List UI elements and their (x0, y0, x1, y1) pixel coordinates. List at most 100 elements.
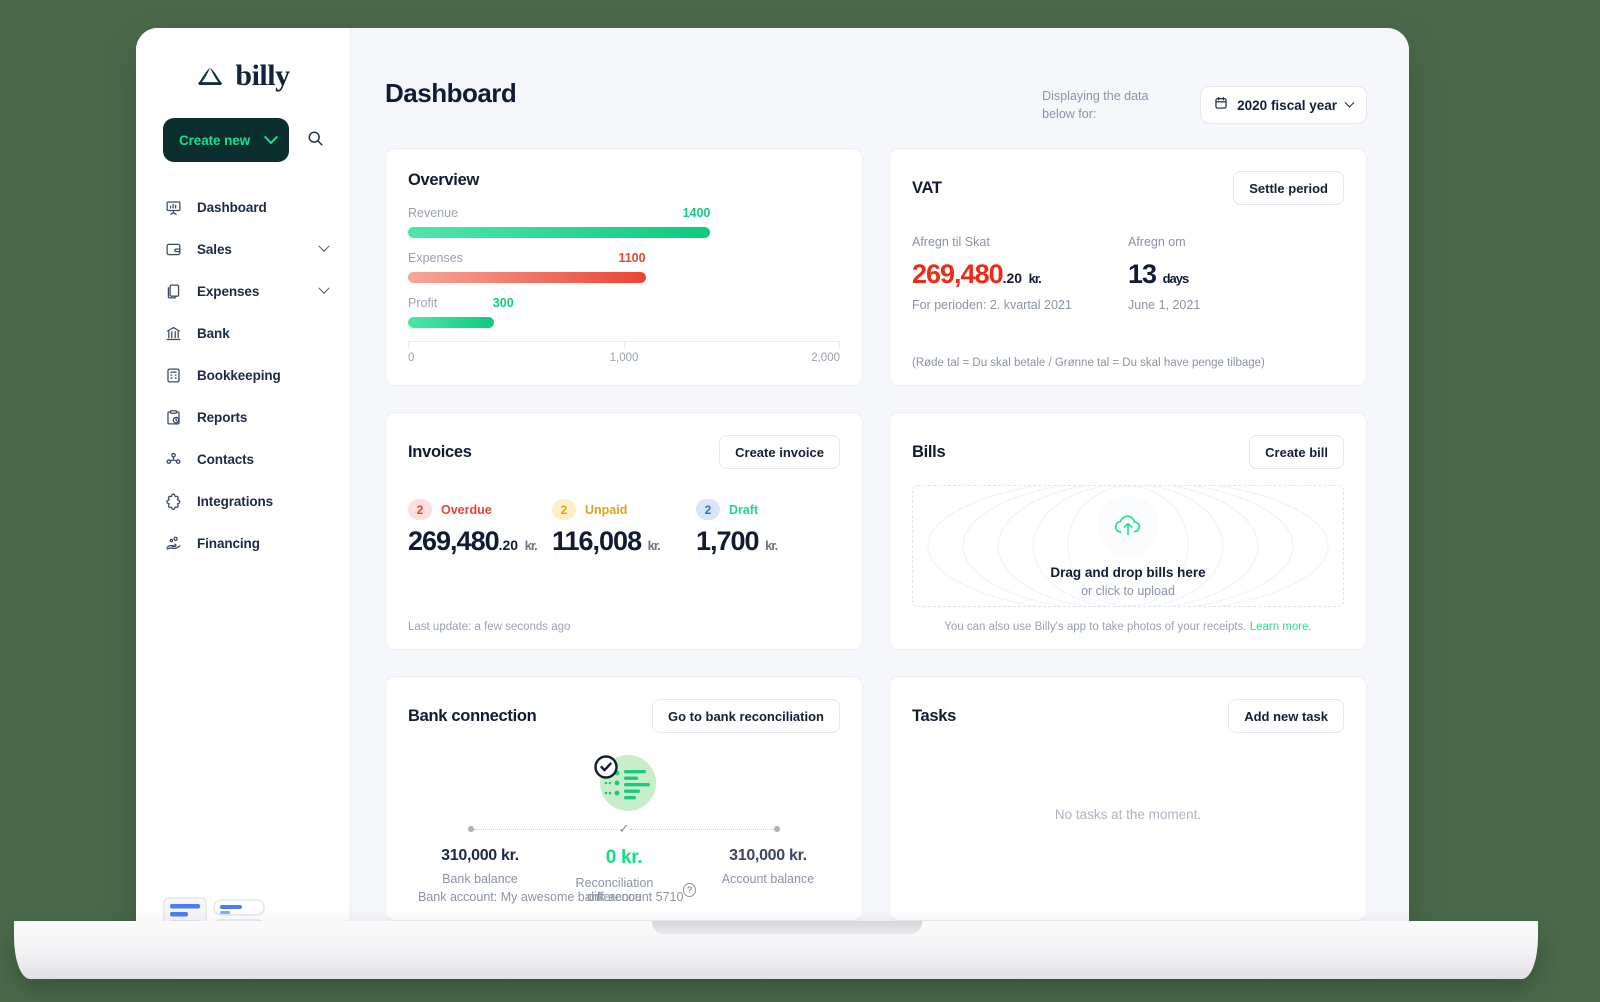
bank-sync-check-icon (408, 745, 840, 817)
bar-label: Expenses (408, 251, 463, 265)
vat-due-date: June 1, 2021 (1128, 298, 1201, 312)
sidebar-item-sales[interactable]: Sales (136, 228, 350, 270)
question-icon[interactable]: ? (682, 883, 696, 897)
axis-tick-label: 2,000 (811, 352, 840, 364)
sidebar-item-contacts[interactable]: Contacts (136, 438, 350, 480)
axis-tick-label: 1,000 (609, 352, 639, 364)
sidebar-item-dashboard[interactable]: Dashboard (136, 186, 350, 228)
chevron-down-icon (1344, 97, 1355, 108)
bills-dropzone[interactable]: Drag and drop bills here or click to upl… (912, 485, 1344, 607)
invoice-stat-overdue[interactable]: 2 Overdue 269,480.20 kr. (408, 499, 552, 557)
reconciliation-progress: ✓ (468, 821, 780, 837)
create-bill-button[interactable]: Create bill (1249, 435, 1344, 469)
bank-connection-card: Bank connection Go to bank reconciliatio… (385, 676, 863, 921)
vat-left-label: Afregn til Skat (912, 235, 990, 249)
sidebar-item-label: Integrations (197, 493, 274, 509)
invoices-title: Invoices (408, 442, 472, 461)
create-invoice-button[interactable]: Create invoice (719, 435, 840, 469)
invoice-amount: 116,008 kr. (552, 526, 696, 557)
vat-amount-decimals: .20 (1002, 270, 1023, 286)
dropzone-subtitle: or click to upload (1081, 583, 1175, 598)
account-balance-label: Account balance (721, 872, 815, 886)
account-balance-amount: 310,000 kr. (729, 847, 807, 864)
sidebar-item-bookkeeping[interactable]: Bookkeeping (136, 354, 350, 396)
calculator-icon (165, 367, 182, 384)
laptop-trackpad-notch (652, 921, 922, 934)
invoice-amount-unit: kr. (524, 538, 538, 553)
sidebar-item-reports[interactable]: Reports (136, 396, 350, 438)
vat-countdown: Afregn om 13 days June 1, 2021 (1128, 235, 1344, 312)
tasks-header: Tasks Add new task (912, 699, 1344, 733)
chevron-down-icon[interactable] (318, 240, 330, 252)
overview-header: Overview (408, 171, 840, 190)
learn-more-link[interactable]: Learn more. (1250, 621, 1312, 633)
status-badge: 2 (408, 499, 432, 520)
bank-balance-label: Bank balance (442, 872, 518, 886)
vat-days-value: 13 (1128, 259, 1157, 289)
vat-period: For perioden: 2. kvartal 2021 (912, 298, 1072, 312)
chevron-down-icon[interactable] (318, 282, 330, 294)
dashboard-row-1: Overview Revenue 1400 Expenses 1100 Prof… (385, 148, 1367, 386)
fiscal-year-select[interactable]: 2020 fiscal year (1200, 86, 1367, 124)
dashboard-row-3: Bank connection Go to bank reconciliatio… (385, 676, 1367, 921)
wallet-icon (165, 241, 182, 258)
sidebar-item-label: Bookkeeping (197, 367, 281, 383)
settle-period-button[interactable]: Settle period (1233, 171, 1344, 205)
sidebar-item-label: Contacts (197, 451, 254, 467)
invoices-last-update: Last update: a few seconds ago (408, 621, 571, 633)
sidebar-item-bank[interactable]: Bank (136, 312, 350, 354)
chart-bar-profit: Profit 300 (408, 296, 840, 328)
vat-days-unit: days (1162, 271, 1190, 286)
bills-card: Bills Create bill Drag and drop bills he… (889, 412, 1367, 650)
bank-title: Bank connection (408, 706, 537, 725)
sidebar-item-label: Bank (197, 325, 230, 341)
bills-footer-text: You can also use Billy's app to take pho… (944, 621, 1250, 633)
displaying-data-label: Displaying the data below for: (1042, 88, 1149, 121)
invoice-amount-value: 269,480 (408, 526, 500, 556)
chart-x-axis: 0 1,000 2,000 (408, 341, 840, 368)
status-badge: 2 (551, 499, 576, 520)
go-to-bank-reconciliation-button[interactable]: Go to bank reconciliation (651, 699, 840, 733)
sidebar-nav: Dashboard Sales Expenses Bank Bookkeepin… (136, 172, 350, 564)
documents-icon (165, 283, 182, 300)
bank-header: Bank connection Go to bank reconciliatio… (408, 699, 840, 733)
bar-label: Profit (408, 296, 438, 310)
search-button[interactable] (303, 126, 328, 154)
billy-mark-icon (196, 65, 226, 87)
bills-footer: You can also use Billy's app to take pho… (890, 621, 1366, 633)
bar-track (408, 272, 840, 283)
tasks-empty-state: No tasks at the moment. (1054, 807, 1202, 822)
account-balance-column: 310,000 kr. Account balance (696, 847, 840, 904)
chevron-down-icon (263, 130, 279, 145)
laptop-screen: billy Create new Dashboard Sales Expense… (136, 28, 1409, 928)
sidebar: billy Create new Dashboard Sales Expense… (136, 28, 351, 928)
sidebar-actions: Create new (136, 102, 350, 172)
axis-tick-label: 0 (408, 352, 415, 364)
sidebar-item-integrations[interactable]: Integrations (136, 480, 350, 522)
vat-header: VAT Settle period (912, 171, 1344, 205)
invoice-stat-draft[interactable]: 2 Draft 1,700 kr. (695, 499, 840, 557)
vat-card: VAT Settle period Afregn til Skat 269,48… (889, 148, 1367, 386)
dropzone-title: Drag and drop bills here (1050, 564, 1206, 580)
add-new-task-button[interactable]: Add new task (1228, 699, 1344, 733)
vat-amount-value: 269,480 (912, 259, 1004, 289)
cloud-upload-icon (1097, 494, 1159, 557)
bills-title: Bills (912, 442, 946, 461)
bar-track (408, 227, 840, 238)
sidebar-item-expenses[interactable]: Expenses (136, 270, 350, 312)
dashboard-row-2: Invoices Create invoice 2 Overdue 269,48… (385, 412, 1367, 650)
vat-days: 13 days (1128, 259, 1344, 290)
sidebar-item-financing[interactable]: Financing (136, 522, 350, 564)
clipboard-clock-icon (165, 409, 182, 426)
vat-amount: 269,480.20 kr. (912, 259, 1128, 290)
fiscal-year-value: 2020 fiscal year (1237, 97, 1337, 113)
bar-track (408, 317, 840, 328)
bank-account-note: Bank account: My awesome bank account 57… (418, 890, 684, 904)
hand-coins-icon (165, 535, 182, 552)
brand-name: billy (235, 59, 290, 92)
invoice-stat-unpaid[interactable]: 2 Unpaid 116,008 kr. (551, 499, 696, 557)
status-badge: 2 (695, 499, 720, 520)
create-new-button[interactable]: Create new (163, 118, 289, 162)
search-icon (307, 130, 324, 150)
brand-logo[interactable]: billy (136, 50, 350, 102)
